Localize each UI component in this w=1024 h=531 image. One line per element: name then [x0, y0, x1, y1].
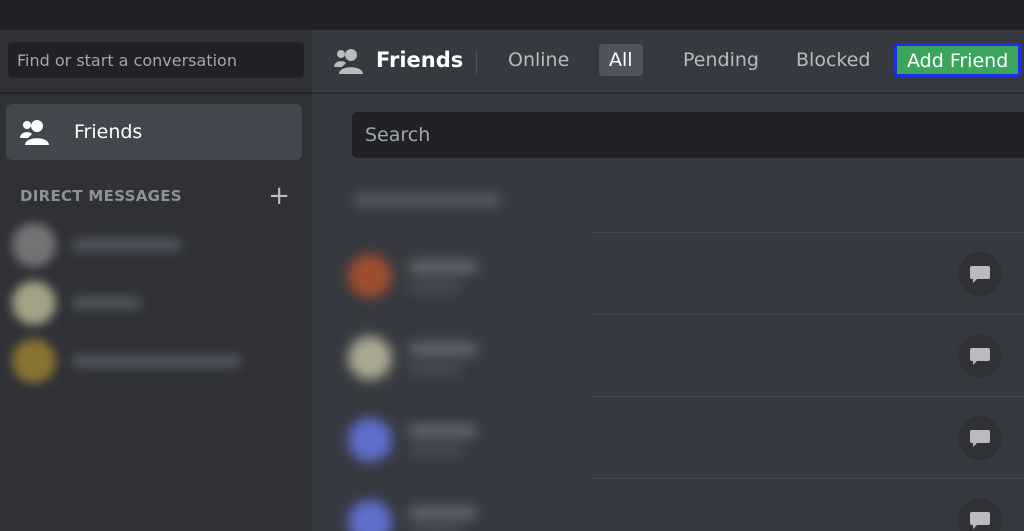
message-icon [970, 348, 990, 365]
sidebar-search-area: Find or start a conversation [0, 30, 312, 94]
avatar [348, 500, 392, 531]
row-divider [590, 478, 1024, 479]
friend-status-blurred [408, 282, 462, 292]
row-divider [590, 314, 1024, 315]
friend-info-blurred [342, 328, 592, 386]
friend-name-blurred [408, 424, 478, 438]
friend-status-blurred [408, 364, 462, 374]
direct-messages-title: DIRECT MESSAGES [20, 187, 182, 205]
friend-info-blurred [342, 246, 592, 304]
friends-icon [334, 49, 363, 74]
avatar [348, 336, 392, 380]
avatar [348, 418, 392, 462]
sidebar: Find or start a conversation Friends DIR… [0, 30, 312, 531]
friend-row[interactable] [312, 232, 1024, 314]
header-divider [476, 50, 477, 74]
message-button[interactable] [958, 498, 1002, 531]
avatar [12, 339, 56, 383]
dm-name-blurred [72, 296, 142, 310]
find-conversation-button[interactable]: Find or start a conversation [8, 42, 304, 78]
message-icon [970, 512, 990, 529]
title-bar [0, 0, 1024, 30]
friend-name-blurred [408, 506, 478, 520]
tab-online[interactable]: Online [498, 44, 579, 76]
sidebar-item-friends[interactable]: Friends [6, 104, 302, 160]
message-button[interactable] [958, 252, 1002, 296]
avatar [12, 223, 56, 267]
dm-list-item[interactable] [12, 278, 292, 328]
dm-name-blurred [72, 354, 242, 368]
sidebar-item-friends-label: Friends [74, 121, 143, 143]
friend-name-blurred [408, 342, 478, 356]
tab-pending[interactable]: Pending [673, 44, 769, 76]
add-friend-button[interactable]: Add Friend [894, 43, 1022, 77]
friend-status-blurred [408, 446, 462, 456]
friends-search-placeholder: Search [365, 124, 431, 146]
tab-all[interactable]: All [599, 44, 643, 76]
friends-icon [20, 120, 49, 145]
message-button[interactable] [958, 334, 1002, 378]
row-divider [590, 396, 1024, 397]
dm-list-item[interactable] [12, 220, 292, 270]
dm-list-item[interactable] [12, 336, 292, 386]
friend-row[interactable] [312, 396, 1024, 478]
friend-info-blurred [342, 492, 592, 531]
dm-name-blurred [72, 238, 182, 252]
friends-count-blurred [352, 192, 502, 208]
page-title: Friends [376, 48, 464, 72]
friend-name-blurred [408, 260, 478, 274]
friend-row[interactable] [312, 314, 1024, 396]
message-icon [970, 266, 990, 283]
friend-info-blurred [342, 410, 592, 468]
create-dm-button[interactable]: + [268, 183, 290, 209]
friend-row[interactable] [312, 478, 1024, 531]
friends-main-panel: Friends Online All Pending Blocked Add F… [312, 30, 1024, 531]
avatar [12, 281, 56, 325]
direct-messages-header: DIRECT MESSAGES + [20, 183, 290, 209]
find-conversation-placeholder: Find or start a conversation [17, 50, 237, 70]
message-icon [970, 430, 990, 447]
friends-header: Friends Online All Pending Blocked Add F… [312, 30, 1024, 94]
friends-search-input[interactable]: Search [352, 112, 1024, 158]
tab-blocked[interactable]: Blocked [786, 44, 880, 76]
row-divider [590, 232, 1024, 233]
avatar [348, 254, 392, 298]
message-button[interactable] [958, 416, 1002, 460]
